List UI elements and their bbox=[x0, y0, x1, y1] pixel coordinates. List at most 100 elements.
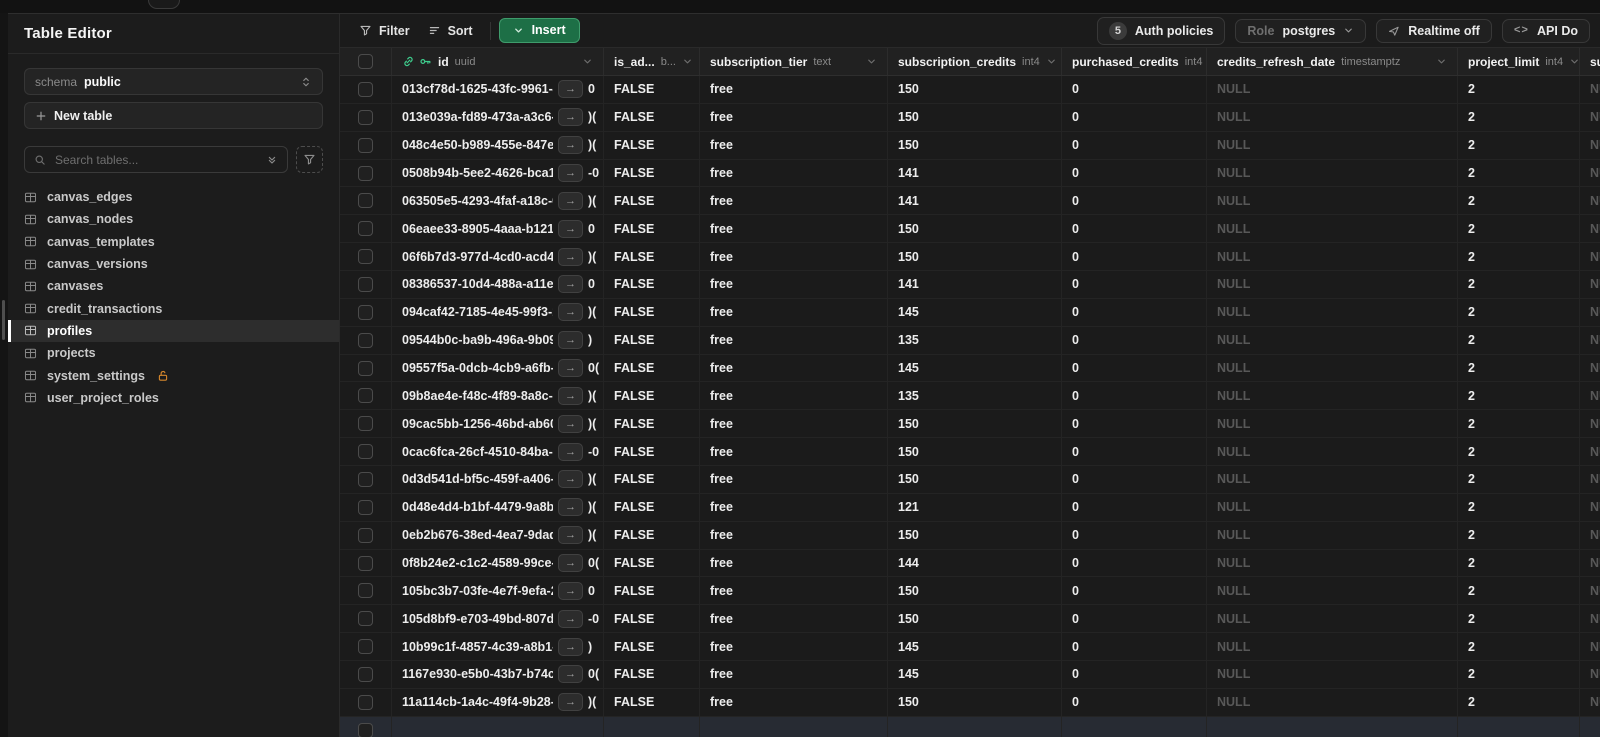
expand-row-button[interactable]: → bbox=[558, 526, 583, 545]
column-header-subscription_tier[interactable]: subscription_tier text bbox=[700, 48, 888, 75]
row-checkbox[interactable] bbox=[358, 165, 373, 181]
row-checkbox[interactable] bbox=[358, 583, 373, 599]
sidebar-filter-button[interactable] bbox=[296, 146, 323, 173]
insert-button[interactable]: Insert bbox=[498, 18, 580, 43]
row-checkbox[interactable] bbox=[358, 499, 373, 515]
schema-select[interactable]: schema public bbox=[24, 68, 323, 95]
scrollbar-thumb[interactable] bbox=[2, 300, 5, 340]
row-checkbox[interactable] bbox=[358, 416, 373, 432]
cell-id: 1167e930-e5b0-43b7-b74c-788c9... → 0( bbox=[392, 661, 604, 688]
expand-row-button[interactable]: → bbox=[558, 665, 583, 684]
column-header-purchased_credits[interactable]: purchased_credits int4 bbox=[1062, 48, 1207, 75]
row-checkbox[interactable] bbox=[358, 444, 373, 460]
search-tables-input[interactable] bbox=[53, 151, 259, 168]
row-checkbox[interactable] bbox=[358, 555, 373, 571]
search-icon bbox=[34, 154, 46, 166]
column-header-id[interactable]: id uuid bbox=[392, 48, 604, 75]
sidebar-item-user_project_roles[interactable]: user_project_roles bbox=[8, 387, 339, 409]
column-header-is_ad[interactable]: is_ad... b... bbox=[604, 48, 700, 75]
role-select-button[interactable]: Role postgres bbox=[1235, 18, 1367, 43]
chevron-down-icon bbox=[1343, 25, 1354, 36]
expand-row-button[interactable]: → bbox=[558, 554, 583, 573]
expand-row-button[interactable]: → bbox=[558, 581, 583, 600]
chevrons-down-icon[interactable] bbox=[266, 154, 278, 166]
expand-row-button[interactable]: → bbox=[558, 275, 583, 294]
column-header-project_limit[interactable]: project_limit int4 bbox=[1458, 48, 1580, 75]
row-checkbox[interactable] bbox=[358, 723, 373, 737]
row-checkbox[interactable] bbox=[358, 471, 373, 487]
row-checkbox-cell bbox=[340, 716, 392, 737]
expand-row-button[interactable]: → bbox=[558, 80, 583, 99]
expand-row-button[interactable]: → bbox=[558, 247, 583, 266]
sidebar-item-profiles[interactable]: profiles bbox=[8, 319, 339, 343]
auth-policies-button[interactable]: 5 Auth policies bbox=[1096, 16, 1226, 45]
uuid-value: 0cac6fca-26cf-4510-84ba-c4580... bbox=[402, 444, 553, 459]
cell-value: NULL bbox=[1590, 695, 1600, 710]
row-checkbox-cell bbox=[340, 493, 392, 521]
row-checkbox[interactable] bbox=[358, 639, 373, 655]
expand-row-button[interactable]: → bbox=[558, 498, 583, 517]
toolbar-right: 5 Auth policies Role postgres Realtime o… bbox=[1096, 16, 1590, 45]
row-checkbox-cell bbox=[340, 243, 392, 271]
chevron-down-icon[interactable] bbox=[682, 56, 693, 67]
sidebar-item-canvas_templates[interactable]: canvas_templates bbox=[8, 231, 339, 253]
expand-row-button[interactable]: → bbox=[558, 136, 583, 155]
expand-row-button[interactable]: → bbox=[558, 108, 583, 127]
row-checkbox[interactable] bbox=[358, 137, 373, 153]
expand-row-button[interactable]: → bbox=[558, 331, 583, 350]
sidebar-item-system_settings[interactable]: system_settings bbox=[8, 364, 339, 386]
cell-value: 150 bbox=[898, 416, 919, 431]
expand-row-button[interactable]: → bbox=[558, 219, 583, 238]
select-all-checkbox[interactable] bbox=[358, 54, 373, 69]
expand-row-button[interactable]: → bbox=[558, 637, 583, 656]
column-header-subscription_credits[interactable]: subscription_credits int4 bbox=[888, 48, 1062, 75]
filter-button[interactable]: Filter bbox=[350, 19, 419, 43]
expand-row-button[interactable]: → bbox=[558, 359, 583, 378]
expand-row-button[interactable]: → bbox=[558, 470, 583, 489]
expand-row-button[interactable]: → bbox=[558, 386, 583, 405]
sidebar-item-canvas_versions[interactable]: canvas_versions bbox=[8, 253, 339, 275]
expand-row-button[interactable]: → bbox=[558, 609, 583, 628]
cell-last: NULL bbox=[1580, 550, 1600, 577]
row-checkbox[interactable] bbox=[358, 332, 373, 348]
chevron-down-icon[interactable] bbox=[1569, 56, 1579, 67]
row-checkbox[interactable] bbox=[358, 109, 373, 125]
realtime-toggle-button[interactable]: Realtime off bbox=[1376, 18, 1492, 43]
new-table-button[interactable]: New table bbox=[24, 102, 323, 129]
uuid-value: 013e039a-fd89-473a-a3c6-ccfa9... bbox=[402, 110, 553, 125]
sidebar-item-credit_transactions[interactable]: credit_transactions bbox=[8, 297, 339, 319]
expand-row-button[interactable]: → bbox=[558, 303, 583, 322]
row-checkbox[interactable] bbox=[358, 276, 373, 292]
sidebar-item-projects[interactable]: projects bbox=[8, 342, 339, 364]
chevron-down-icon[interactable] bbox=[866, 56, 877, 67]
row-checkbox[interactable] bbox=[358, 221, 373, 237]
expand-row-button[interactable]: → bbox=[558, 693, 583, 712]
row-checkbox[interactable] bbox=[358, 249, 373, 265]
chevron-down-icon[interactable] bbox=[582, 56, 593, 67]
row-checkbox[interactable] bbox=[358, 388, 373, 404]
row-checkbox[interactable] bbox=[358, 611, 373, 627]
row-checkbox[interactable] bbox=[358, 81, 373, 97]
expand-row-button[interactable]: → bbox=[558, 164, 583, 182]
column-header-credits_refresh_date[interactable]: credits_refresh_date timestamptz bbox=[1207, 48, 1458, 75]
row-checkbox[interactable] bbox=[358, 304, 373, 320]
row-checkbox[interactable] bbox=[358, 360, 373, 376]
expand-row-button[interactable]: → bbox=[558, 414, 583, 433]
chevron-down-icon[interactable] bbox=[1436, 56, 1447, 67]
column-header-su[interactable]: su bbox=[1580, 48, 1600, 75]
row-checkbox[interactable] bbox=[358, 694, 373, 710]
api-docs-button[interactable]: <> API Do bbox=[1501, 18, 1590, 43]
uuid-tail-fragment: )( bbox=[588, 416, 597, 431]
chevron-down-icon[interactable] bbox=[1046, 56, 1057, 67]
sidebar-item-canvases[interactable]: canvases bbox=[8, 275, 339, 297]
expand-row-button[interactable]: → bbox=[558, 191, 583, 210]
sort-button[interactable]: Sort bbox=[419, 19, 482, 43]
row-checkbox[interactable] bbox=[358, 193, 373, 209]
row-checkbox[interactable] bbox=[358, 666, 373, 682]
sidebar-item-canvas_nodes[interactable]: canvas_nodes bbox=[8, 208, 339, 230]
cell-project_limit: 2 bbox=[1458, 215, 1580, 243]
sidebar-item-canvas_edges[interactable]: canvas_edges bbox=[8, 186, 339, 208]
row-checkbox[interactable] bbox=[358, 527, 373, 543]
cell-value: 0 bbox=[1072, 611, 1079, 626]
expand-row-button[interactable]: → bbox=[558, 442, 583, 461]
